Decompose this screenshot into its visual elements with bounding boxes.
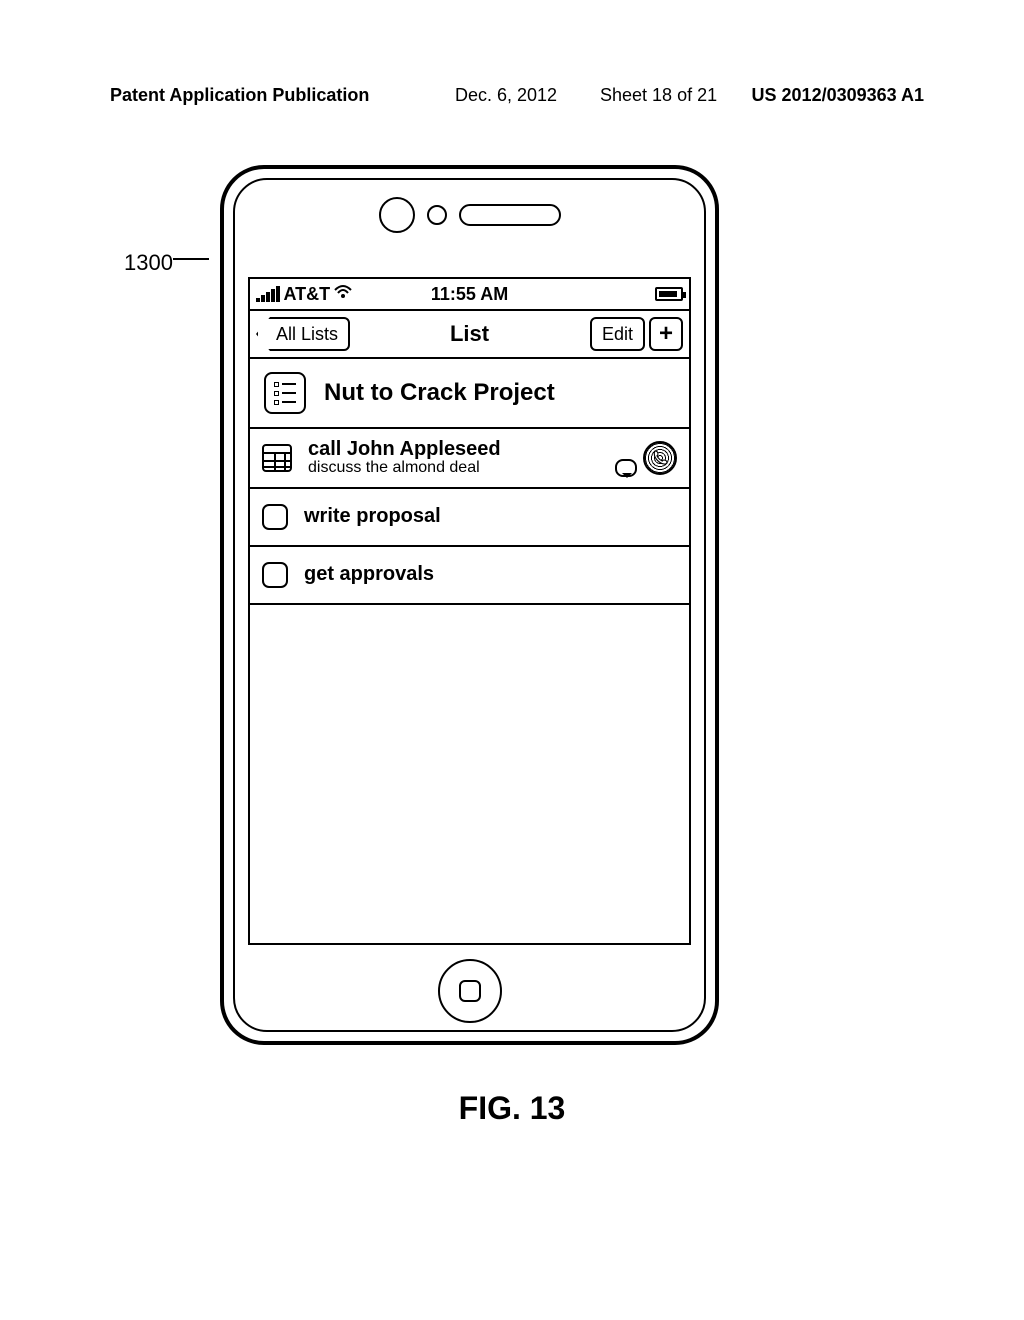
status-time: 11:55 AM bbox=[431, 284, 508, 305]
list-header: Nut to Crack Project bbox=[250, 359, 689, 429]
wifi-icon bbox=[334, 285, 352, 304]
checkbox-icon[interactable] bbox=[262, 504, 288, 530]
home-button-glyph bbox=[459, 980, 481, 1002]
task-title: call John Appleseed bbox=[308, 439, 599, 460]
message-icon[interactable] bbox=[615, 459, 637, 477]
task-subtitle: discuss the almond deal bbox=[308, 460, 599, 477]
plus-icon: + bbox=[659, 320, 673, 348]
phone-top-hardware bbox=[224, 193, 715, 237]
list-icon bbox=[264, 372, 306, 414]
task-row[interactable]: write proposal bbox=[250, 489, 689, 547]
publication-number: US 2012/0309363 A1 bbox=[752, 85, 924, 106]
front-camera-icon bbox=[379, 197, 415, 233]
task-title: write proposal bbox=[304, 506, 677, 527]
call-icon[interactable] bbox=[643, 441, 677, 475]
phone-screen: AT&T 11:55 AM All Lists List Edit + bbox=[248, 277, 691, 945]
add-button[interactable]: + bbox=[649, 317, 683, 351]
figure-label: FIG. 13 bbox=[0, 1090, 1024, 1127]
task-row[interactable]: get approvals bbox=[250, 547, 689, 605]
back-button-label: All Lists bbox=[276, 324, 338, 345]
phone-frame: AT&T 11:55 AM All Lists List Edit + bbox=[220, 165, 719, 1045]
edit-button[interactable]: Edit bbox=[590, 317, 645, 351]
reference-number: 1300 bbox=[124, 250, 173, 276]
calendar-icon bbox=[262, 444, 292, 472]
edit-button-label: Edit bbox=[602, 324, 633, 345]
publication-date: Dec. 6, 2012 bbox=[455, 85, 557, 106]
back-button[interactable]: All Lists bbox=[256, 317, 350, 351]
carrier-label: AT&T bbox=[284, 284, 331, 305]
nav-title: List bbox=[450, 321, 489, 347]
reference-tick bbox=[173, 258, 209, 260]
home-button[interactable] bbox=[438, 959, 502, 1023]
earpiece-speaker-icon bbox=[459, 204, 561, 226]
sensor-icon bbox=[427, 205, 447, 225]
signal-strength-icon bbox=[256, 286, 280, 302]
sheet-info: Sheet 18 of 21 bbox=[600, 85, 717, 106]
task-row[interactable]: call John Appleseed discuss the almond d… bbox=[250, 429, 689, 489]
publication-label: Patent Application Publication bbox=[110, 85, 369, 106]
empty-area bbox=[250, 605, 689, 943]
battery-icon bbox=[655, 287, 683, 301]
status-bar: AT&T 11:55 AM bbox=[250, 279, 689, 311]
list-title: Nut to Crack Project bbox=[324, 379, 555, 407]
task-title: get approvals bbox=[304, 564, 677, 585]
navigation-bar: All Lists List Edit + bbox=[250, 311, 689, 359]
checkbox-icon[interactable] bbox=[262, 562, 288, 588]
